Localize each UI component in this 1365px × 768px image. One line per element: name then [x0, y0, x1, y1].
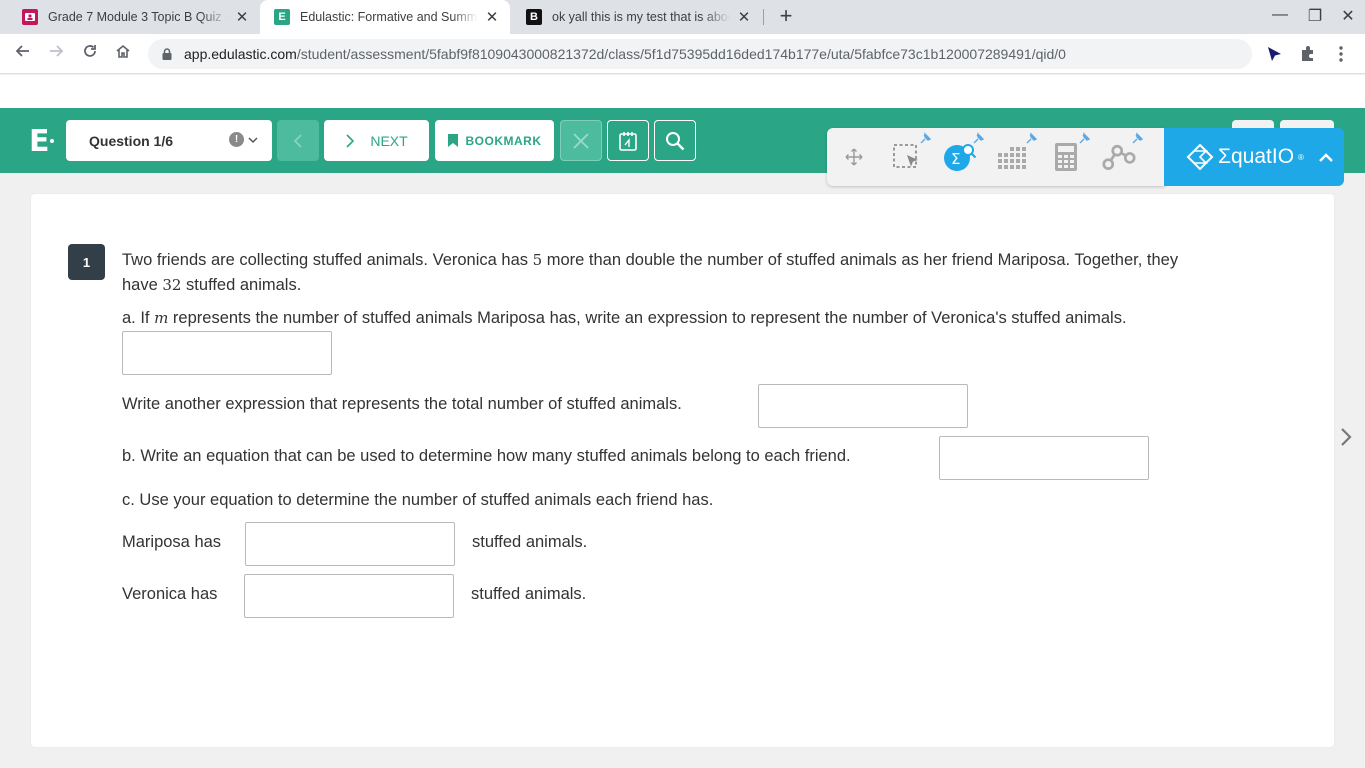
chevron-right-icon	[1341, 428, 1352, 446]
extensions-puzzle-icon[interactable]	[1298, 44, 1318, 64]
tab-separator	[763, 9, 764, 25]
part-b-prompt: b. Write an equation that can be used to…	[122, 447, 851, 465]
edulastic-favicon-icon: E	[274, 9, 290, 25]
home-button[interactable]	[111, 42, 135, 66]
chevron-left-icon	[293, 133, 302, 148]
chevron-down-icon	[248, 133, 258, 147]
grid-dots-icon	[998, 147, 1026, 169]
lock-icon	[162, 48, 172, 60]
veronica-suffix: stuffed animals.	[471, 585, 587, 603]
pin-icon	[1132, 132, 1144, 144]
tab-close-icon[interactable]: ✕	[736, 8, 752, 26]
cursor-extension-icon[interactable]	[1264, 44, 1284, 64]
bookmark-button[interactable]: BOOKMARK	[435, 120, 554, 161]
next-question-button[interactable]: NEXT	[324, 120, 429, 161]
next-label: NEXT	[370, 132, 408, 149]
move-handle[interactable]	[837, 140, 871, 174]
forward-button[interactable]	[44, 42, 68, 66]
answer-input-veronica-expression[interactable]	[122, 331, 332, 375]
equatio-toolbar: Σ	[827, 128, 1165, 186]
equatio-logo-icon	[1186, 143, 1214, 171]
pin-icon	[920, 132, 932, 144]
math-number: 5	[532, 251, 543, 269]
browser-toolbar: app.edulastic.com/student/assessment/5fa…	[0, 34, 1365, 74]
browser-tab-brainly[interactable]: B ok yall this is my test that is abou ✕	[512, 0, 762, 34]
bookmark-label: BOOKMARK	[465, 133, 542, 148]
tab-title: Grade 7 Module 3 Topic B Quiz - I	[48, 10, 228, 24]
cross-out-icon	[573, 132, 589, 149]
tab-close-icon[interactable]: ✕	[484, 8, 500, 26]
selection-cursor-icon	[893, 144, 918, 168]
answer-eliminator-button[interactable]	[560, 120, 602, 161]
equatio-brand-label: ΣquatIO	[1218, 145, 1295, 168]
pin-icon	[1026, 132, 1038, 144]
reload-icon	[84, 45, 96, 57]
restore-button[interactable]: ❐	[1305, 6, 1325, 26]
question-select-dropdown[interactable]: Question 1/6 !	[66, 120, 272, 161]
search-icon	[666, 131, 685, 150]
chevron-up-icon	[1319, 153, 1333, 162]
geometry-tool[interactable]	[1102, 132, 1144, 174]
part-a-followup-prompt: Write another expression that represents…	[122, 395, 682, 413]
forward-arrow-icon	[50, 45, 64, 57]
equatio-brand-button[interactable]: ΣquatIO ®	[1164, 128, 1344, 186]
browser-menu-icon[interactable]	[1331, 44, 1351, 64]
move-icon	[845, 148, 863, 166]
info-icon: !	[229, 132, 244, 147]
logo-dot	[50, 139, 54, 143]
pin-icon	[973, 132, 985, 144]
screenshot-reader-tool[interactable]	[890, 132, 932, 174]
window-close-button[interactable]: ✕	[1338, 6, 1358, 26]
edulastic-logo: E	[29, 124, 50, 159]
math-number: 32	[162, 276, 182, 294]
question-number-badge: 1	[68, 244, 105, 280]
part-c-prompt: c. Use your equation to determine the nu…	[122, 491, 714, 509]
mariposa-suffix: stuffed animals.	[472, 533, 588, 551]
url-host: app.edulastic.com	[184, 46, 297, 62]
new-tab-button[interactable]: +	[774, 4, 798, 28]
tab-title: Edulastic: Formative and Summa	[300, 10, 478, 24]
tab-close-icon[interactable]: ✕	[234, 8, 250, 26]
page-top-gap	[0, 75, 1365, 108]
back-arrow-icon	[15, 45, 29, 57]
answer-input-total-expression[interactable]	[758, 384, 968, 428]
browser-tab-edulastic[interactable]: E Edulastic: Formative and Summa ✕	[260, 0, 510, 34]
tab-title: ok yall this is my test that is abou	[552, 10, 730, 24]
bookmark-icon	[447, 134, 458, 147]
chevron-right-icon	[346, 133, 355, 148]
svg-text:Σ: Σ	[951, 150, 960, 168]
math-variable: m	[154, 309, 169, 327]
scratchpad-button[interactable]	[607, 120, 649, 161]
address-bar[interactable]: app.edulastic.com/student/assessment/5fa…	[148, 39, 1252, 69]
geometry-nodes-icon	[1102, 144, 1136, 170]
home-icon	[116, 44, 130, 58]
browser-tab-quiz[interactable]: Grade 7 Module 3 Topic B Quiz - I ✕	[8, 0, 260, 34]
magnifier-button[interactable]	[654, 120, 696, 161]
reload-button[interactable]	[78, 42, 102, 66]
question-select-label: Question 1/6	[89, 132, 174, 149]
browser-tab-strip: Grade 7 Module 3 Topic B Quiz - I ✕ E Ed…	[0, 0, 1365, 34]
brainly-favicon-icon: B	[526, 9, 542, 25]
mariposa-label: Mariposa has	[122, 533, 222, 551]
graph-tool[interactable]	[996, 132, 1038, 174]
answer-input-mariposa[interactable]	[245, 522, 455, 566]
back-button[interactable]	[11, 42, 35, 66]
minimize-button[interactable]: —	[1270, 6, 1290, 24]
scratchpad-icon	[619, 131, 637, 151]
previous-question-button[interactable]	[277, 120, 319, 161]
calculator-tool[interactable]	[1049, 132, 1091, 174]
veronica-label: Veronica has	[122, 585, 218, 603]
question-stem-line-2: have 32 stuffed animals.	[122, 276, 302, 294]
answer-input-veronica[interactable]	[244, 574, 454, 618]
registered-mark: ®	[1298, 152, 1304, 162]
math-editor-tool[interactable]: Σ	[943, 132, 985, 174]
url-path: /student/assessment/5fabf9f8109043000821…	[296, 46, 1066, 62]
calculator-icon	[1055, 143, 1077, 171]
slides-favicon-icon	[22, 9, 38, 25]
next-page-arrow[interactable]	[1339, 426, 1353, 454]
answer-input-equation[interactable]	[939, 436, 1149, 480]
question-stem-line-1: Two friends are collecting stuffed anima…	[122, 251, 1179, 269]
pin-icon	[1079, 132, 1091, 144]
part-a-prompt: a. If m represents the number of stuffed…	[122, 309, 1127, 327]
